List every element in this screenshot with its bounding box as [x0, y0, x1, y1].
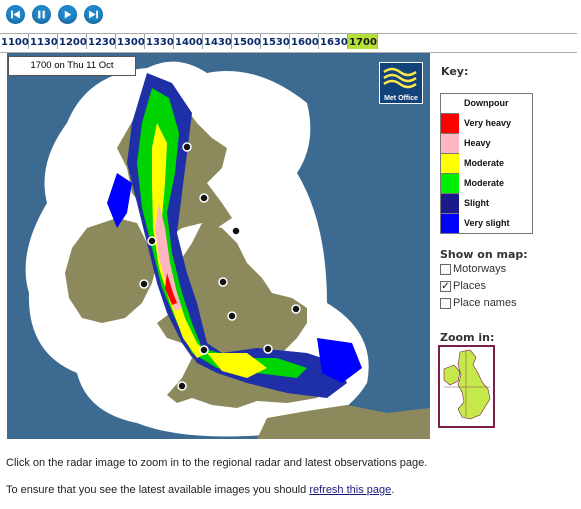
legend-row: Moderate: [441, 174, 532, 194]
met-office-logo: Met Office: [379, 62, 423, 104]
time-slot-1200[interactable]: 1200: [58, 34, 87, 49]
time-slot-1700[interactable]: 1700: [348, 34, 378, 49]
option-label: Places: [453, 280, 487, 292]
rainfall-legend: Downpour Very heavy Heavy Moderate Moderate S…: [440, 93, 533, 234]
radar-image: [25, 61, 430, 439]
legend-label: Very heavy: [464, 118, 512, 128]
pause-icon: [38, 10, 45, 19]
legend-swatch: [441, 154, 459, 174]
time-slot-1600[interactable]: 1600: [290, 34, 319, 49]
legend-label: Moderate: [464, 158, 505, 168]
place-marker: [177, 381, 187, 391]
legend-label: Heavy: [464, 138, 491, 148]
place-marker: [199, 345, 209, 355]
legend-row: Very slight: [441, 214, 532, 234]
key-title: Key:: [441, 65, 469, 78]
pause-button[interactable]: [32, 5, 51, 24]
legend-swatch: [441, 194, 459, 214]
place-marker: [182, 142, 192, 152]
place-marker: [218, 277, 228, 287]
legend-row: Very heavy: [441, 114, 532, 134]
checkbox[interactable]: [440, 298, 451, 309]
place-marker: [199, 193, 209, 203]
time-slot-1400[interactable]: 1400: [174, 34, 203, 49]
place-marker: [263, 344, 273, 354]
timeline-bar: 1100 1130 1200 1230 1300 1330 1400 1430 1500 1530…: [0, 33, 577, 53]
time-slot-1100[interactable]: 1100: [0, 34, 29, 49]
time-slot-1530[interactable]: 1530: [261, 34, 290, 49]
option-label: Motorways: [453, 263, 507, 275]
legend-swatch: [441, 114, 459, 134]
skip-back-button[interactable]: [6, 5, 25, 24]
place-marker: [139, 279, 149, 289]
show-on-map-title: Show on map:: [440, 248, 528, 261]
time-slot-1500[interactable]: 1500: [232, 34, 261, 49]
skip-forward-button[interactable]: [84, 5, 103, 24]
time-slot-1230[interactable]: 1230: [87, 34, 116, 49]
zoom-in-map[interactable]: [438, 345, 495, 428]
radar-zoom-instruction: Click on the radar image to zoom in to t…: [6, 457, 428, 469]
legend-row: Downpour: [441, 94, 532, 114]
zoom-in-title: Zoom in:: [440, 331, 495, 344]
legend-swatch: [441, 94, 459, 114]
legend-row: Moderate: [441, 154, 532, 174]
time-slot-1330[interactable]: 1330: [145, 34, 174, 49]
option-label: Place names: [453, 297, 517, 309]
legend-swatch: [441, 174, 459, 194]
refresh-instruction: To ensure that you see the latest availa…: [6, 484, 394, 496]
time-slot-1630[interactable]: 1630: [319, 34, 348, 49]
skip-forward-icon: [89, 10, 98, 19]
logo-label: Met Office: [384, 95, 418, 102]
place-marker: [147, 236, 157, 246]
radar-timestamp: 1700 on Thu 11 Oct: [8, 56, 136, 76]
place-marker: [291, 304, 301, 314]
place-marker: [227, 311, 237, 321]
legend-row: Heavy: [441, 134, 532, 154]
legend-swatch: [441, 214, 459, 234]
refresh-instruction-text: To ensure that you see the latest availa…: [6, 484, 310, 496]
legend-label: Moderate: [464, 178, 505, 188]
legend-label: Very slight: [464, 218, 510, 228]
time-slot-1300[interactable]: 1300: [116, 34, 145, 49]
time-slot-1430[interactable]: 1430: [203, 34, 232, 49]
skip-back-icon: [11, 10, 20, 19]
uk-mini-map-icon: [443, 349, 491, 420]
legend-label: Downpour: [464, 98, 509, 108]
time-slot-1130[interactable]: 1130: [29, 34, 58, 49]
legend-row: Slight: [441, 194, 532, 214]
legend-label: Slight: [464, 198, 489, 208]
checkbox[interactable]: [440, 264, 451, 275]
legend-swatch: [441, 134, 459, 154]
refresh-page-link[interactable]: refresh this page: [309, 484, 391, 496]
radar-map[interactable]: 1700 on Thu 11 Oct Met Office: [7, 53, 430, 439]
checkbox[interactable]: ✓: [440, 281, 451, 292]
refresh-instruction-end: .: [391, 484, 395, 496]
waves-icon: [383, 67, 417, 89]
play-icon: [64, 10, 72, 19]
play-button[interactable]: [58, 5, 77, 24]
place-marker: [231, 226, 241, 236]
